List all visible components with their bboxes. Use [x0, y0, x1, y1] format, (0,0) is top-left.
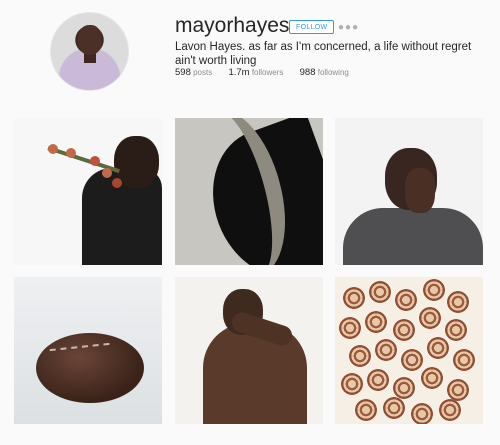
cinnamon-roll [427, 337, 449, 359]
cinnamon-roll [369, 281, 391, 303]
following-stat[interactable]: 988 following [299, 67, 349, 78]
followers-stat[interactable]: 1.7m followers [228, 67, 285, 78]
cinnamon-roll [393, 319, 415, 341]
username: mayorhayes [175, 14, 290, 37]
post-figure [343, 208, 483, 265]
cinnamon-roll [439, 399, 461, 421]
following-label: following [317, 68, 349, 77]
posts-stat: 598 posts [175, 67, 214, 78]
profile-bio: Lavon Hayes. as far as I'm concerned, a … [175, 41, 472, 67]
cinnamon-roll [395, 289, 417, 311]
cinnamon-roll [341, 373, 363, 395]
cinnamon-roll [423, 279, 445, 301]
post-tile-man-with-flowers[interactable] [14, 118, 162, 265]
cinnamon-roll [401, 349, 423, 371]
cinnamon-roll [393, 377, 415, 399]
posts-count: 598 [175, 67, 191, 78]
followers-label: followers [251, 68, 284, 77]
post-grid [14, 118, 484, 424]
cinnamon-roll [447, 379, 469, 401]
cinnamon-roll [411, 403, 433, 424]
follow-button[interactable]: FOLLOW [289, 20, 335, 34]
flower [112, 178, 122, 188]
post-tile-man-hand-on-face[interactable] [335, 118, 483, 265]
cinnamon-roll [447, 291, 469, 313]
cinnamon-roll [375, 339, 397, 361]
flower [66, 148, 76, 158]
cinnamon-roll [453, 349, 475, 371]
cinnamon-roll [445, 319, 467, 341]
post-tile-american-football[interactable] [14, 277, 162, 424]
following-count: 988 [299, 67, 316, 78]
flower [48, 144, 58, 154]
cinnamon-roll [421, 367, 443, 389]
profile-avatar[interactable] [50, 12, 129, 91]
posts-label: posts [193, 68, 213, 77]
cinnamon-roll [419, 307, 441, 329]
cinnamon-roll [339, 317, 361, 339]
flower [102, 168, 112, 178]
cinnamon-roll [365, 311, 387, 333]
post-tile-spiked-tail[interactable] [175, 118, 323, 265]
cinnamon-roll [343, 287, 365, 309]
cinnamon-roll [367, 369, 389, 391]
flower [90, 156, 100, 166]
post-figure-hand [405, 168, 435, 213]
profile-stats: 598 posts 1.7m followers 988 following [175, 67, 363, 78]
more-options-icon[interactable]: ●●● [338, 22, 359, 33]
cinnamon-roll [383, 397, 405, 419]
post-tile-cinnamon-rolls[interactable] [335, 277, 483, 424]
avatar-face [78, 25, 102, 55]
post-tile-bare-back[interactable] [175, 277, 323, 424]
cinnamon-roll [355, 399, 377, 421]
cinnamon-roll [349, 345, 371, 367]
followers-count: 1.7m [228, 67, 250, 78]
football [36, 333, 144, 403]
